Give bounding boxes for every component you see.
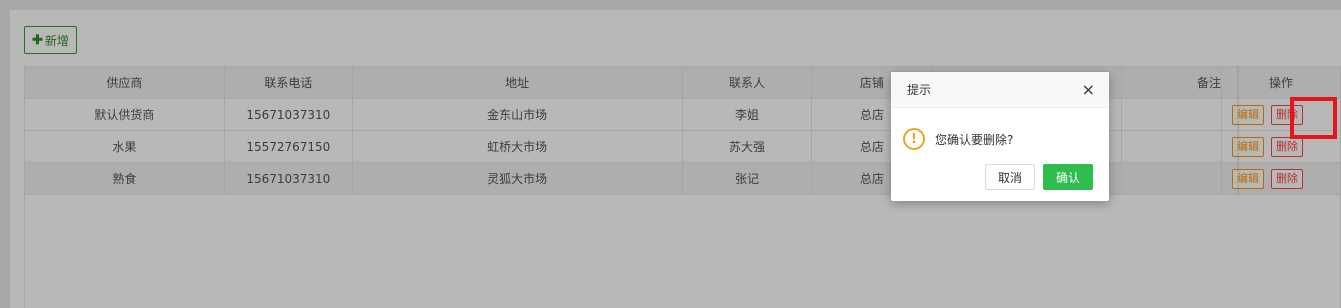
dialog-message: 您确认要删除? bbox=[935, 132, 1014, 147]
cancel-button[interactable]: 取消 bbox=[984, 164, 1035, 190]
confirm-button[interactable]: 确认 bbox=[1042, 164, 1093, 190]
dialog-header: 提示 × bbox=[891, 72, 1109, 108]
close-icon[interactable]: × bbox=[1082, 81, 1095, 98]
delete-highlight-box bbox=[1290, 97, 1337, 139]
warning-icon: ! bbox=[903, 128, 925, 150]
confirm-dialog: 提示 × ! 您确认要删除? 取消 确认 bbox=[891, 72, 1109, 201]
dialog-body: ! 您确认要删除? bbox=[891, 108, 1109, 156]
dialog-title: 提示 bbox=[907, 83, 932, 97]
modal-overlay[interactable] bbox=[0, 0, 1341, 308]
dialog-footer: 取消 确认 bbox=[984, 164, 1093, 190]
